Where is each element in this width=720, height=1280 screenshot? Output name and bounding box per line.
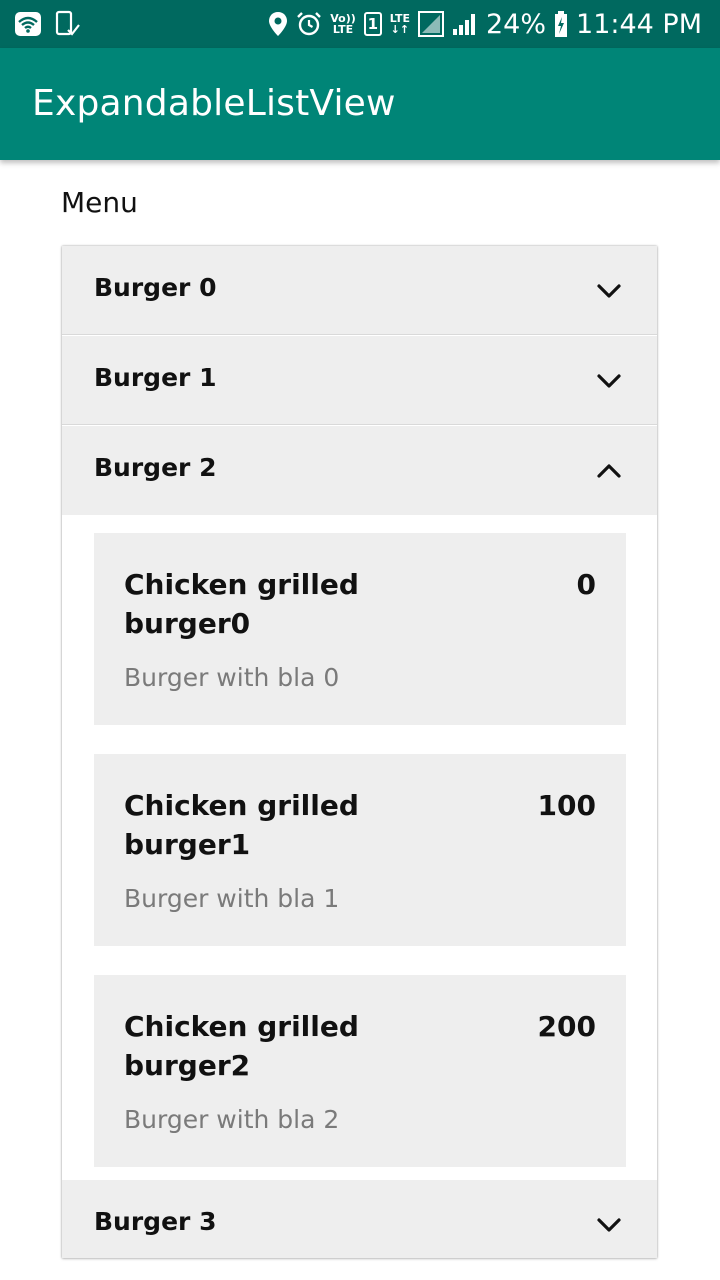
volte-bottom-label: LTE xyxy=(332,23,354,36)
location-pin-icon xyxy=(269,12,288,36)
phone-check-icon xyxy=(55,10,80,36)
status-bar-right: Vo)) LTE 1 LTE ↓↑ 24% 11:44 PM xyxy=(268,6,702,42)
clock: 11:44 PM xyxy=(576,8,702,40)
child-description: Burger with bla 0 xyxy=(124,663,340,692)
group-label: Burger 2 xyxy=(94,453,217,482)
child-item-burger2[interactable]: Chicken grilled burger2 200 Burger with … xyxy=(94,975,626,1167)
child-description: Burger with bla 1 xyxy=(124,884,340,913)
group-header-burger-2[interactable]: Burger 2 xyxy=(62,426,657,515)
expandable-list[interactable]: Burger 0 Burger 1 Burger 2 Chicken grill… xyxy=(62,246,657,1258)
child-name: Chicken grilled burger1 xyxy=(124,789,359,861)
app-bar: ExpandableListView xyxy=(0,48,720,160)
sim-badge: 1 xyxy=(363,12,382,36)
child-item-burger0[interactable]: Chicken grilled burger0 0 Burger with bl… xyxy=(94,533,626,725)
child-price: 100 xyxy=(537,789,596,822)
group-header-burger-1[interactable]: Burger 1 xyxy=(62,336,657,425)
lte-indicator: LTE ↓↑ xyxy=(390,13,410,35)
status-bar: Vo)) LTE 1 LTE ↓↑ 24% 11:44 PM xyxy=(0,0,720,48)
child-item-burger1[interactable]: Chicken grilled burger1 100 Burger with … xyxy=(94,754,626,946)
child-description: Burger with bla 2 xyxy=(124,1105,340,1134)
app-title: ExpandableListView xyxy=(32,83,396,124)
chevron-down-icon xyxy=(597,284,621,298)
lte-bottom-label: ↓↑ xyxy=(390,23,410,36)
group-header-burger-0[interactable]: Burger 0 xyxy=(62,246,657,335)
child-name: Chicken grilled burger2 xyxy=(124,1010,359,1082)
volte-indicator: Vo)) LTE xyxy=(330,13,356,35)
alarm-icon xyxy=(297,12,322,36)
wifi-icon xyxy=(15,12,41,36)
group-label: Burger 0 xyxy=(94,273,217,302)
chevron-up-icon xyxy=(597,464,621,478)
signal-icon xyxy=(418,11,444,37)
child-name: Chicken grilled burger0 xyxy=(124,568,359,640)
group-header-burger-3[interactable]: Burger 3 xyxy=(62,1180,657,1258)
chevron-down-icon xyxy=(597,374,621,388)
child-price: 0 xyxy=(576,568,596,601)
group-label: Burger 1 xyxy=(94,363,217,392)
battery-percent: 24% xyxy=(486,8,547,40)
battery-charging-icon xyxy=(555,11,568,37)
chevron-down-icon xyxy=(597,1218,621,1232)
signal-bars-icon xyxy=(453,14,475,35)
child-price: 200 xyxy=(537,1010,596,1043)
menu-title: Menu xyxy=(61,186,138,219)
status-bar-left xyxy=(14,10,80,38)
group-label: Burger 3 xyxy=(94,1207,217,1236)
